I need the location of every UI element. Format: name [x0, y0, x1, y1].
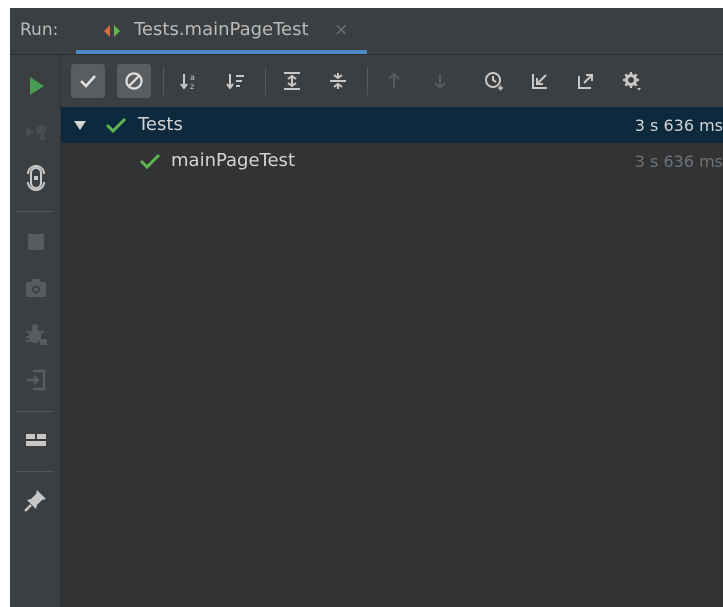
test-node-mainpagetest[interactable]: mainPageTest 3 s 636 ms	[61, 143, 723, 179]
sidebar-divider	[16, 411, 54, 412]
test-runner-toolbar: a z	[61, 55, 723, 107]
svg-text:z: z	[190, 82, 194, 91]
toolbar-divider	[163, 67, 164, 95]
show-ignored-button[interactable]	[117, 64, 151, 98]
next-failed-icon	[434, 74, 446, 90]
camera-icon[interactable]	[23, 275, 49, 301]
run-icon[interactable]	[23, 73, 49, 99]
test-duration: 3 s 636 ms	[634, 116, 723, 135]
toolbar-divider	[367, 67, 368, 95]
sort-by-duration-button[interactable]	[219, 64, 253, 98]
test-duration: 3 s 636 ms	[634, 152, 723, 171]
show-ignored-icon	[125, 72, 143, 90]
layout-icon[interactable]	[23, 427, 49, 453]
settings-icon	[623, 72, 641, 91]
tab-tests-mainpagetest[interactable]: Tests.mainPageTest ×	[76, 8, 367, 54]
sort-alphabetically-button[interactable]: a z	[173, 64, 207, 98]
pin-icon[interactable]	[23, 487, 49, 513]
rerun-failed-icon[interactable]	[23, 119, 49, 145]
expand-arrow-icon[interactable]	[73, 117, 87, 131]
test-results-tree: Tests 3 s 636 ms mainPageTest 3 s 636 ms	[61, 107, 723, 607]
test-config-icon	[102, 23, 122, 39]
export-results-icon	[578, 74, 593, 89]
svg-text:a: a	[190, 73, 195, 82]
sidebar-divider	[16, 211, 54, 212]
sort-by-duration-icon	[226, 74, 244, 90]
next-failed-button[interactable]	[423, 64, 457, 98]
test-node-label: mainPageTest	[171, 150, 295, 171]
test-node-label: Tests	[138, 114, 183, 135]
test-history-button[interactable]	[477, 64, 511, 98]
sidebar-divider	[16, 471, 54, 472]
passed-check-icon	[105, 116, 127, 134]
run-sidebar	[10, 55, 61, 607]
debug-icon[interactable]	[23, 321, 49, 347]
show-passed-icon	[80, 75, 96, 88]
toolbar-divider	[265, 67, 266, 95]
collapse-all-icon	[330, 73, 346, 89]
toggle-auto-test-icon[interactable]	[23, 165, 49, 191]
test-history-icon	[485, 72, 503, 91]
run-label: Run:	[20, 20, 59, 40]
test-node-tests[interactable]: Tests 3 s 636 ms	[61, 107, 723, 143]
expand-all-button[interactable]	[275, 64, 309, 98]
collapse-all-button[interactable]	[321, 64, 355, 98]
import-tests-icon	[532, 74, 547, 89]
settings-button[interactable]	[615, 64, 649, 98]
tab-title: Tests.mainPageTest	[134, 19, 309, 40]
passed-check-icon	[139, 152, 161, 170]
exit-icon[interactable]	[23, 367, 49, 393]
previous-failed-button[interactable]	[377, 64, 411, 98]
run-tool-window: Run: Tests.mainPageTest × a z Tests 3 s …	[10, 8, 723, 607]
sort-alphabetically-icon: a z	[180, 73, 195, 91]
expand-all-icon	[284, 72, 300, 90]
run-tab-bar: Run: Tests.mainPageTest ×	[10, 8, 723, 54]
stop-icon[interactable]	[23, 229, 49, 255]
export-results-button[interactable]	[569, 64, 603, 98]
previous-failed-icon	[388, 72, 400, 88]
import-tests-button[interactable]	[523, 64, 557, 98]
close-tab-icon[interactable]: ×	[334, 20, 348, 40]
show-passed-button[interactable]	[71, 64, 105, 98]
